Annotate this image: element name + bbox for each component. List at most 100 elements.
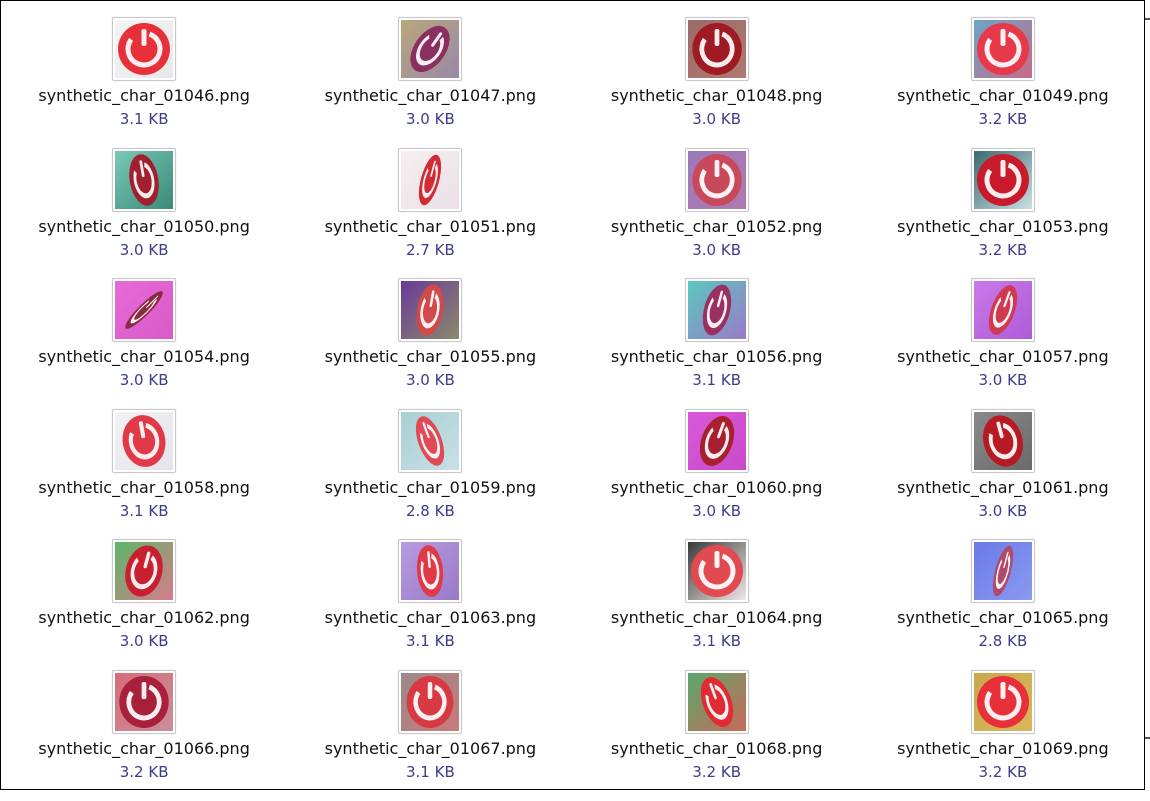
file-thumbnail[interactable] — [398, 539, 463, 604]
file-item[interactable]: synthetic_char_01054.png 3.0 KB — [1, 278, 287, 409]
file-item[interactable]: synthetic_char_01062.png 3.0 KB — [1, 539, 287, 670]
power-symbol-icon — [973, 542, 1032, 601]
file-size: 2.8 KB — [406, 501, 455, 520]
file-item[interactable]: synthetic_char_01057.png 3.0 KB — [860, 278, 1146, 409]
file-name: synthetic_char_01056.png — [610, 347, 823, 367]
file-size: 3.0 KB — [406, 371, 455, 390]
file-size: 3.0 KB — [692, 110, 741, 128]
file-item[interactable]: synthetic_char_01060.png 3.0 KB — [574, 408, 860, 540]
file-size: 3.1 KB — [406, 762, 455, 781]
file-size: 3.2 KB — [978, 762, 1028, 781]
file-name: synthetic_char_01057.png — [897, 347, 1109, 367]
file-item[interactable]: synthetic_char_01061.png 3.0 KB — [860, 408, 1146, 540]
power-symbol-icon — [687, 150, 746, 209]
file-name: synthetic_char_01047.png — [324, 86, 537, 105]
power-symbol-icon — [973, 281, 1032, 340]
file-thumbnail[interactable] — [684, 17, 749, 81]
power-symbol-icon — [687, 542, 746, 601]
file-thumbnail[interactable] — [112, 147, 177, 212]
power-symbol-icon — [687, 281, 746, 340]
file-thumbnail[interactable] — [112, 539, 177, 604]
file-name: synthetic_char_01046.png — [38, 86, 250, 105]
file-size: 3.0 KB — [119, 371, 169, 390]
file-name: synthetic_char_01054.png — [38, 347, 250, 367]
file-item[interactable]: synthetic_char_01052.png 3.0 KB — [574, 147, 860, 279]
file-thumbnail[interactable] — [970, 539, 1035, 604]
power-symbol-icon — [115, 150, 174, 209]
file-item[interactable]: synthetic_char_01050.png 3.0 KB — [1, 147, 287, 279]
file-name: synthetic_char_01067.png — [324, 738, 537, 758]
file-size: 3.1 KB — [692, 371, 741, 390]
file-thumbnail[interactable] — [970, 408, 1035, 473]
file-size: 3.0 KB — [692, 240, 741, 259]
power-symbol-icon — [115, 542, 174, 601]
file-size: 3.2 KB — [978, 110, 1028, 128]
file-item[interactable]: synthetic_char_01049.png 3.2 KB — [860, 17, 1146, 148]
file-name: synthetic_char_01053.png — [897, 216, 1109, 236]
file-name: synthetic_char_01062.png — [38, 608, 250, 628]
file-thumbnail[interactable] — [398, 669, 463, 734]
power-symbol-icon — [115, 672, 174, 731]
power-symbol-icon — [401, 672, 460, 731]
file-item[interactable]: synthetic_char_01056.png 3.1 KB — [574, 278, 860, 409]
file-item[interactable]: synthetic_char_01046.png 3.1 KB — [1, 17, 287, 148]
file-size: 3.0 KB — [406, 110, 455, 128]
file-name: synthetic_char_01066.png — [38, 738, 250, 758]
file-name: synthetic_char_01055.png — [324, 347, 537, 367]
power-symbol-icon — [973, 411, 1032, 470]
file-thumbnail[interactable] — [112, 408, 177, 473]
file-item[interactable]: synthetic_char_01059.png 2.8 KB — [287, 408, 573, 540]
file-item[interactable]: synthetic_char_01067.png 3.1 KB — [287, 669, 573, 801]
scrollbar-tick-top — [1145, 18, 1150, 20]
file-name: synthetic_char_01051.png — [324, 216, 537, 236]
file-thumbnail[interactable] — [970, 278, 1035, 343]
power-symbol-icon — [687, 411, 746, 470]
file-name: synthetic_char_01064.png — [610, 608, 823, 628]
file-thumbnail[interactable] — [398, 147, 463, 212]
file-thumbnail[interactable] — [684, 408, 749, 473]
file-thumbnail[interactable] — [684, 278, 749, 343]
file-size: 3.0 KB — [692, 501, 741, 520]
file-name: synthetic_char_01069.png — [897, 738, 1109, 758]
file-size: 3.0 KB — [119, 632, 169, 651]
file-thumbnail[interactable] — [112, 669, 177, 734]
file-thumbnail[interactable] — [684, 147, 749, 212]
file-size: 3.2 KB — [692, 762, 741, 781]
file-size: 3.0 KB — [978, 501, 1028, 520]
file-item[interactable]: synthetic_char_01068.png 3.2 KB — [574, 669, 860, 801]
file-name: synthetic_char_01058.png — [38, 477, 250, 497]
file-thumbnail[interactable] — [970, 147, 1035, 212]
file-item[interactable]: synthetic_char_01064.png 3.1 KB — [574, 539, 860, 670]
file-size: 3.0 KB — [978, 371, 1028, 390]
file-thumbnail[interactable] — [112, 17, 177, 81]
file-item[interactable]: synthetic_char_01047.png 3.0 KB — [287, 17, 573, 148]
power-symbol-icon — [401, 150, 460, 209]
file-thumbnail[interactable] — [398, 17, 463, 81]
file-thumbnail[interactable] — [684, 669, 749, 734]
file-thumbnail[interactable] — [970, 669, 1035, 734]
file-item[interactable]: synthetic_char_01058.png 3.1 KB — [1, 408, 287, 540]
file-name: synthetic_char_01065.png — [897, 608, 1109, 628]
file-name: synthetic_char_01060.png — [610, 477, 823, 497]
file-item[interactable]: synthetic_char_01069.png 3.2 KB — [860, 669, 1146, 801]
file-size: 3.1 KB — [692, 632, 741, 651]
file-size: 3.2 KB — [978, 240, 1028, 259]
file-item[interactable]: synthetic_char_01063.png 3.1 KB — [287, 539, 573, 670]
file-item[interactable]: synthetic_char_01048.png 3.0 KB — [574, 17, 860, 148]
file-name: synthetic_char_01059.png — [324, 477, 537, 497]
file-thumbnail[interactable] — [112, 278, 177, 343]
file-thumbnail[interactable] — [398, 278, 463, 343]
file-item[interactable]: synthetic_char_01066.png 3.2 KB — [1, 669, 287, 801]
file-item[interactable]: synthetic_char_01053.png 3.2 KB — [860, 147, 1146, 279]
power-symbol-icon — [973, 20, 1032, 78]
file-item[interactable]: synthetic_char_01065.png 2.8 KB — [860, 539, 1146, 670]
file-name: synthetic_char_01063.png — [324, 608, 537, 628]
scrollbar-tick-bottom — [1145, 737, 1150, 739]
power-symbol-icon — [115, 281, 174, 340]
file-item[interactable]: synthetic_char_01055.png 3.0 KB — [287, 278, 573, 409]
file-size: 3.2 KB — [119, 762, 169, 781]
file-thumbnail[interactable] — [970, 17, 1035, 81]
file-thumbnail[interactable] — [684, 539, 749, 604]
file-item[interactable]: synthetic_char_01051.png 2.7 KB — [287, 147, 573, 279]
file-thumbnail[interactable] — [398, 408, 463, 473]
